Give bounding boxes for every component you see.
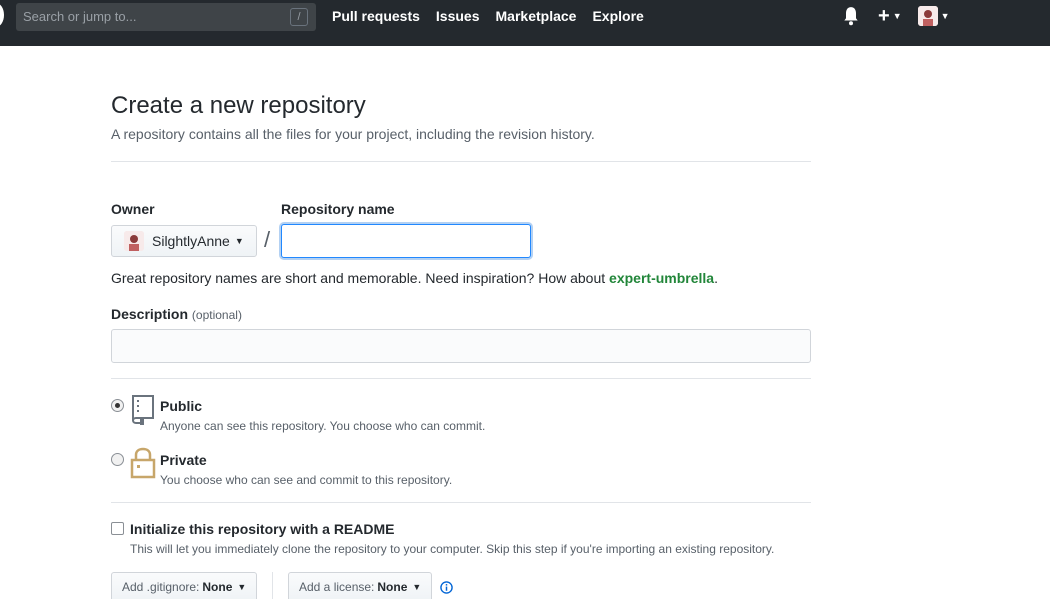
info-icon[interactable] bbox=[440, 581, 453, 594]
repository-name-input[interactable] bbox=[281, 224, 531, 258]
public-desc: Anyone can see this repository. You choo… bbox=[160, 419, 486, 433]
user-avatar[interactable] bbox=[917, 6, 938, 26]
nav-explore[interactable]: Explore bbox=[592, 8, 643, 24]
page-title: Create a new repository bbox=[111, 92, 366, 119]
owner-name: SilghtlyAnne bbox=[152, 233, 230, 249]
owner-repo-separator: / bbox=[264, 227, 271, 252]
gitignore-value: None bbox=[202, 580, 233, 594]
page-subtitle: A repository contains all the files for … bbox=[111, 126, 595, 142]
main-nav: Pull requests Issues Marketplace Explore bbox=[332, 8, 660, 24]
private-radio[interactable] bbox=[111, 453, 124, 466]
license-select-button[interactable]: Add a license: None ▼ bbox=[288, 572, 433, 599]
license-value: None bbox=[377, 580, 408, 594]
private-title: Private bbox=[160, 452, 207, 468]
name-hint: Great repository names are short and mem… bbox=[111, 270, 718, 286]
divider bbox=[111, 378, 811, 379]
nav-issues[interactable]: Issues bbox=[436, 8, 480, 24]
readme-title: Initialize this repository with a README bbox=[130, 521, 395, 537]
avatar-image-icon bbox=[124, 231, 144, 251]
chevron-down-icon: ▼ bbox=[234, 236, 244, 246]
description-label: Description (optional) bbox=[111, 306, 242, 322]
owner-avatar bbox=[124, 231, 144, 251]
description-label-text: Description bbox=[111, 306, 189, 322]
lock-icon bbox=[130, 447, 156, 479]
gitignore-select-button[interactable]: Add .gitignore: None ▼ bbox=[111, 572, 258, 599]
github-logo-icon[interactable] bbox=[0, 3, 4, 27]
public-title: Public bbox=[160, 398, 203, 414]
owner-select-button[interactable]: SilghtlyAnne ▼ bbox=[111, 225, 257, 257]
create-new-plus-icon[interactable]: + bbox=[878, 6, 890, 26]
chevron-down-icon: ▼ bbox=[237, 582, 247, 592]
name-hint-end: . bbox=[714, 270, 718, 286]
repo-name-label: Repository name bbox=[281, 201, 395, 217]
chevron-down-icon[interactable]: ▼ bbox=[893, 11, 902, 21]
gitignore-label: Add .gitignore: bbox=[122, 580, 200, 594]
private-desc: You choose who can see and commit to thi… bbox=[160, 473, 453, 487]
name-suggestion-link[interactable]: expert-umbrella bbox=[609, 270, 714, 286]
bell-icon[interactable] bbox=[842, 6, 860, 26]
readme-checkbox[interactable] bbox=[111, 522, 124, 535]
search-placeholder: Search or jump to... bbox=[23, 9, 137, 24]
public-radio[interactable] bbox=[111, 399, 124, 412]
chevron-down-icon[interactable]: ▼ bbox=[941, 11, 950, 21]
description-input[interactable] bbox=[111, 329, 811, 363]
nav-pull-requests[interactable]: Pull requests bbox=[332, 8, 420, 24]
readme-desc: This will let you immediately clone the … bbox=[130, 542, 775, 556]
nav-marketplace[interactable]: Marketplace bbox=[496, 8, 577, 24]
name-hint-text: Great repository names are short and mem… bbox=[111, 270, 610, 286]
avatar-image-icon bbox=[917, 6, 938, 26]
top-header: Search or jump to... / Pull requests Iss… bbox=[0, 0, 1050, 46]
divider bbox=[111, 161, 811, 162]
divider bbox=[111, 502, 811, 503]
license-label: Add a license: bbox=[299, 580, 375, 594]
description-optional: (optional) bbox=[191, 308, 242, 322]
header-actions: + ▼ ▼ bbox=[842, 6, 950, 26]
chevron-down-icon: ▼ bbox=[412, 582, 422, 592]
divider bbox=[272, 572, 273, 599]
repo-book-icon bbox=[132, 395, 154, 425]
owner-label: Owner bbox=[111, 201, 155, 217]
search-input[interactable]: Search or jump to... / bbox=[16, 3, 316, 31]
slash-shortcut-badge: / bbox=[290, 8, 308, 26]
